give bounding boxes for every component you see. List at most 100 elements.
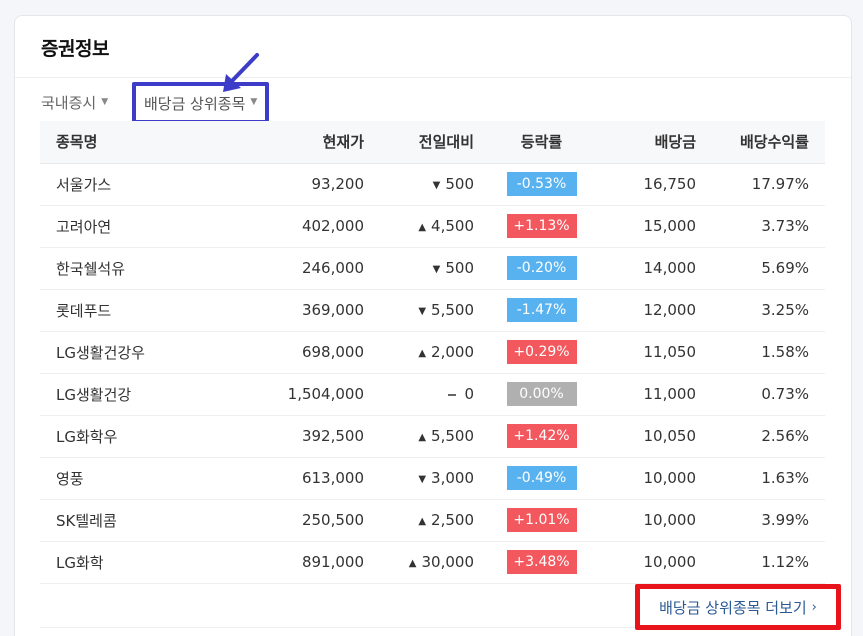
price-change: ▲ 4,500 (380, 205, 490, 248)
stock-name[interactable]: SK텔레콤 (40, 499, 253, 542)
market-dropdown[interactable]: 국내증시 ▼ (41, 92, 108, 113)
change-rate-badge: -0.53% (506, 172, 577, 196)
price-change: ▼ 5,500 (380, 289, 490, 332)
price-change: ▲ 2,500 (380, 499, 490, 542)
table-row[interactable]: 롯데푸드 369,000 ▼ 5,500 -1.47% 12,000 3.25% (40, 289, 825, 332)
table-row[interactable]: LG화학 891,000 ▲ 30,000 +3.48% 10,000 1.12% (40, 541, 825, 584)
dividend-amount: 14,000 (593, 247, 712, 290)
change-rate-cell: -0.53% (490, 163, 593, 206)
dividend-amount: 10,000 (593, 457, 712, 500)
price-change-value: 0 (464, 385, 474, 403)
current-price: 698,000 (253, 331, 380, 374)
dividend-ranking-dropdown[interactable]: 배당금 상위종목 ▼ (132, 82, 270, 124)
triangle-up-icon: ▲ (418, 516, 427, 527)
header-rate: 등락률 (490, 121, 593, 164)
dividend-amount: 16,750 (593, 163, 712, 206)
title-divider (15, 77, 851, 78)
market-dropdown-label: 국내증시 (41, 94, 97, 112)
dividend-yield: 5.69% (712, 247, 825, 290)
dividend-yield: 1.63% (712, 457, 825, 500)
price-change-value: 5,500 (431, 301, 474, 319)
change-rate-cell: -0.20% (490, 247, 593, 290)
price-change-value: 2,000 (431, 343, 474, 361)
dividend-amount: 10,050 (593, 415, 712, 458)
table-row[interactable]: LG생활건강우 698,000 ▲ 2,000 +0.29% 11,050 1.58% (40, 331, 825, 374)
price-change-value: 500 (445, 259, 474, 277)
stock-name[interactable]: LG생활건강우 (40, 331, 253, 374)
stock-name[interactable]: 롯데푸드 (40, 289, 253, 332)
price-change: ▼ 500 (380, 247, 490, 290)
dividend-ranking-label: 배당금 상위종목 (144, 94, 246, 113)
dividend-yield: 1.58% (712, 331, 825, 374)
table-body: 서울가스 93,200 ▼ 500 -0.53% 16,750 17.97% 고려아연 402,… (40, 163, 825, 584)
dividend-yield: 0.73% (712, 373, 825, 416)
current-price: 613,000 (253, 457, 380, 500)
change-rate-cell: -0.49% (490, 457, 593, 500)
stock-name[interactable]: LG생활건강 (40, 373, 253, 416)
change-rate-badge: -1.47% (506, 298, 577, 322)
more-link-label: 배당금 상위종목 더보기 (659, 598, 807, 617)
change-rate-badge: 0.00% (506, 382, 577, 406)
caret-down-icon: ▼ (250, 97, 258, 107)
price-change-value: 4,500 (431, 217, 474, 235)
triangle-up-icon: ▲ (418, 432, 427, 443)
dividend-amount: 15,000 (593, 205, 712, 248)
dividend-amount: 10,000 (593, 541, 712, 584)
current-price: 250,500 (253, 499, 380, 542)
header-dividend: 배당금 (593, 121, 712, 164)
triangle-down-icon: ▼ (432, 180, 441, 191)
table-row[interactable]: 서울가스 93,200 ▼ 500 -0.53% 16,750 17.97% (40, 163, 825, 206)
dividend-yield: 17.97% (712, 163, 825, 206)
stock-name[interactable]: 고려아연 (40, 205, 253, 248)
price-change: ▲ 30,000 (380, 541, 490, 584)
current-price: 246,000 (253, 247, 380, 290)
price-change-value: 2,500 (431, 511, 474, 529)
change-rate-badge: +1.13% (506, 214, 577, 238)
table-row[interactable]: SK텔레콤 250,500 ▲ 2,500 +1.01% 10,000 3.99% (40, 499, 825, 542)
table-row[interactable]: 고려아연 402,000 ▲ 4,500 +1.13% 15,000 3.73% (40, 205, 825, 248)
stock-name[interactable]: 영풍 (40, 457, 253, 500)
price-change: ▲ 2,000 (380, 331, 490, 374)
current-price: 891,000 (253, 541, 380, 584)
price-change: ▼ 500 (380, 163, 490, 206)
price-change-value: 5,500 (431, 427, 474, 445)
stock-name[interactable]: LG화학 (40, 541, 253, 584)
table-row[interactable]: LG생활건강 1,504,000 0 0.00% 11,000 0.73% (40, 373, 825, 416)
change-rate-cell: +3.48% (490, 541, 593, 584)
dividend-yield: 3.99% (712, 499, 825, 542)
dividend-amount: 10,000 (593, 499, 712, 542)
dividend-yield: 3.73% (712, 205, 825, 248)
price-change: ▼ 3,000 (380, 457, 490, 500)
table-row[interactable]: LG화학우 392,500 ▲ 5,500 +1.42% 10,050 2.56% (40, 415, 825, 458)
dividend-ranking-table: 종목명 현재가 전일대비 등락률 배당금 배당수익률 서울가스 93,200 ▼ 50… (40, 121, 825, 584)
table-row[interactable]: 영풍 613,000 ▼ 3,000 -0.49% 10,000 1.63% (40, 457, 825, 500)
dividend-amount: 11,050 (593, 331, 712, 374)
dividend-amount: 12,000 (593, 289, 712, 332)
stock-name[interactable]: LG화학우 (40, 415, 253, 458)
change-rate-cell: +1.13% (490, 205, 593, 248)
triangle-down-icon: ▼ (418, 306, 427, 317)
current-price: 93,200 (253, 163, 380, 206)
header-price: 현재가 (253, 121, 380, 164)
more-dividend-ranking-link[interactable]: 배당금 상위종목 더보기 › (635, 584, 841, 630)
securities-info-panel: 증권정보 국내증시 ▼ 배당금 상위종목 ▼ 종목명 현재가 전일대비 등락률 … (14, 15, 852, 636)
stock-name[interactable]: 서울가스 (40, 163, 253, 206)
price-change-value: 30,000 (421, 553, 475, 571)
change-rate-badge: -0.20% (506, 256, 577, 280)
dash-icon (448, 393, 457, 396)
dividend-amount: 11,000 (593, 373, 712, 416)
current-price: 1,504,000 (253, 373, 380, 416)
panel-title: 증권정보 (41, 38, 109, 60)
table-row[interactable]: 한국쉘석유 246,000 ▼ 500 -0.20% 14,000 5.69% (40, 247, 825, 290)
dividend-yield: 1.12% (712, 541, 825, 584)
change-rate-badge: +0.29% (506, 340, 577, 364)
change-rate-cell: -1.47% (490, 289, 593, 332)
price-change: ▲ 5,500 (380, 415, 490, 458)
triangle-down-icon: ▼ (432, 264, 441, 275)
price-change-value: 3,000 (431, 469, 474, 487)
change-rate-badge: +3.48% (506, 550, 577, 574)
current-price: 369,000 (253, 289, 380, 332)
change-rate-cell: +1.42% (490, 415, 593, 458)
stock-name[interactable]: 한국쉘석유 (40, 247, 253, 290)
change-rate-cell: +0.29% (490, 331, 593, 374)
